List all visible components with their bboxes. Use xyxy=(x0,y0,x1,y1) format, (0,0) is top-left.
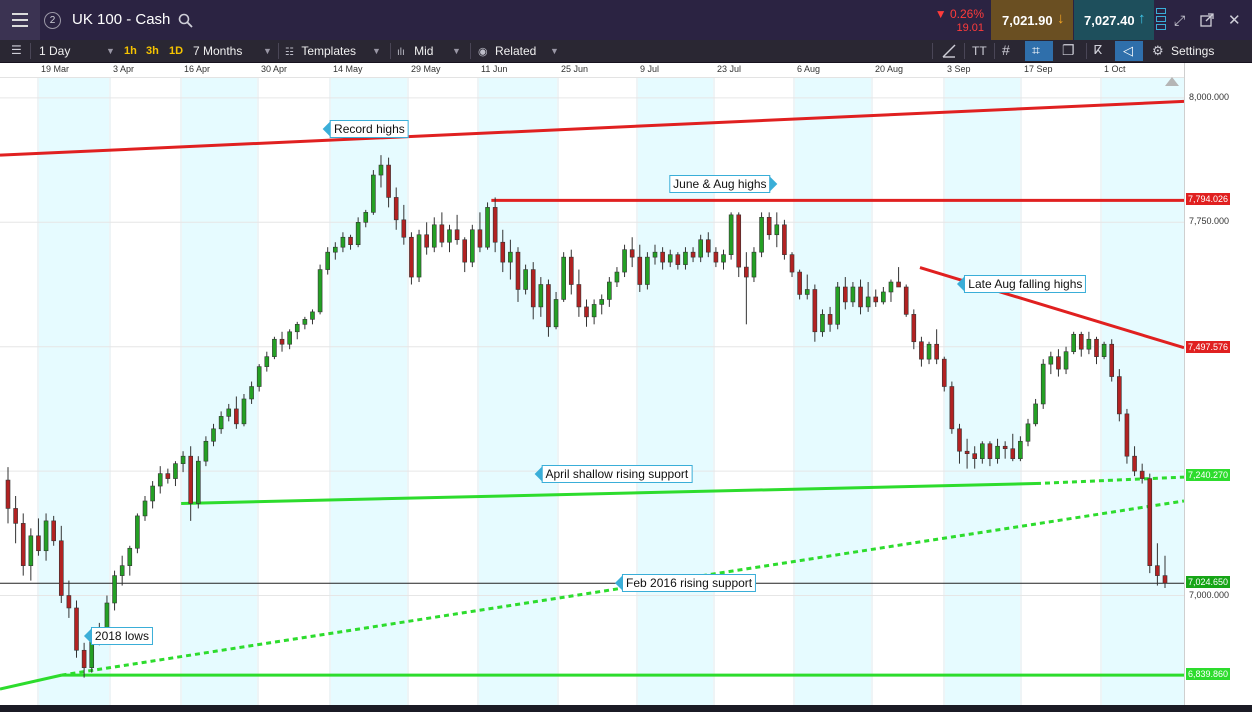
date-axis: 19 Mar 3 Apr 16 Apr 30 Apr 14 May 29 May 11 Ju… xyxy=(0,63,1184,78)
price-tick-label: 7,000.000 xyxy=(1189,589,1230,600)
interval-1d[interactable]: 1D xyxy=(169,40,183,62)
menu-icon[interactable] xyxy=(0,0,40,40)
close-icon[interactable]: ✕ xyxy=(1228,11,1241,29)
candle-type-icon: ılı xyxy=(397,47,405,58)
settings-icon: ⚙ xyxy=(1152,43,1164,58)
date-tick-label: 17 Sep xyxy=(1024,64,1053,74)
range-value: 7 Months xyxy=(193,44,243,58)
interval-3h[interactable]: 3h xyxy=(146,40,159,62)
date-tick-label: 19 Mar xyxy=(41,64,70,74)
chevron-down-icon: ▼ xyxy=(372,46,381,56)
change-panel: ▼ 0.26% 19.01 xyxy=(928,0,990,40)
related-icon: ◉ xyxy=(478,46,488,58)
grid-icon[interactable]: # xyxy=(1002,42,1010,58)
layout-icon[interactable] xyxy=(1156,8,1166,32)
chart-annotation[interactable]: Late Aug falling highs xyxy=(957,274,1087,293)
annotation-layer: Record highs June & Aug highs Late Aug fal… xyxy=(0,78,1184,705)
price-level-tag: 7,024.650 xyxy=(1186,576,1231,589)
price-level-tag: 7,497.576 xyxy=(1186,340,1231,353)
buy-price: 7,027.40 xyxy=(1084,13,1135,28)
sell-button[interactable]: 7,021.90 ↓ xyxy=(991,0,1073,40)
price-tick-label: 7,750.000 xyxy=(1189,216,1230,227)
interval-1h[interactable]: 1h xyxy=(124,40,137,62)
buy-button[interactable]: 7,027.40 ↑ xyxy=(1074,0,1154,40)
date-tick-label: 14 May xyxy=(333,64,363,74)
sell-arrow-icon: ↓ xyxy=(1057,10,1065,27)
date-tick-label: 11 Jun xyxy=(481,64,508,74)
text-icon[interactable]: TT xyxy=(972,44,987,58)
annotation-icon[interactable]: ◁ xyxy=(1115,41,1143,61)
date-tick-label: 25 Jun xyxy=(561,64,589,74)
price-axis: 8,000.000 7,750.000 7,000.000 7,794.026 7,49… xyxy=(1165,63,1252,705)
crosshair-icon[interactable]: ⌗ xyxy=(1025,41,1053,61)
price-level-tag: 7,240.270 xyxy=(1186,469,1231,482)
date-tick-label: 16 Apr xyxy=(184,64,211,74)
price-type-select[interactable]: ılı Mid ▼ xyxy=(397,40,465,64)
date-tick-label: 1 Oct xyxy=(1104,64,1126,74)
templates-label: Templates xyxy=(301,44,357,58)
templates-icon: ☷ xyxy=(285,47,294,58)
price-type-value: Mid xyxy=(414,44,434,58)
chart-toolbar: ☰ 1 Day ▼ 1h 3h 1D 7 Months ▼ ☷ Template… xyxy=(0,40,1252,63)
chevron-down-icon: ▼ xyxy=(550,46,559,56)
draw-line-icon[interactable] xyxy=(941,43,957,59)
panel-toggle-icon[interactable]: ☰ xyxy=(11,43,22,57)
chart-annotation[interactable]: 2018 lows xyxy=(83,627,153,646)
date-tick-label: 3 Sep xyxy=(947,64,971,74)
fibonacci-icon[interactable]: ⴽ xyxy=(1094,43,1102,57)
chart-annotation[interactable]: April shallow rising support xyxy=(534,465,693,484)
settings-button[interactable]: ⚙ Settings xyxy=(1152,40,1247,62)
chevron-down-icon: ▼ xyxy=(452,46,461,56)
templates-button[interactable]: ☷ Templates ▼ xyxy=(285,40,385,64)
chevron-down-icon: ▼ xyxy=(263,46,272,56)
change-points: 19.01 xyxy=(956,22,984,34)
date-tick-label: 3 Apr xyxy=(113,64,135,74)
chart-annotation[interactable]: June & Aug highs xyxy=(669,175,778,194)
price-level-tag: 7,794.026 xyxy=(1186,193,1231,206)
related-button[interactable]: ◉ Related ▼ xyxy=(478,40,568,63)
layers-icon[interactable]: ❐ xyxy=(1062,42,1075,59)
interval-value: 1 Day xyxy=(39,44,71,58)
date-tick-label: 29 May xyxy=(411,64,441,74)
range-select[interactable]: 7 Months ▼ xyxy=(193,40,273,62)
price-level-tag: 6,839.860 xyxy=(1186,668,1231,681)
buy-arrow-icon: ↑ xyxy=(1138,10,1146,27)
workspace-badge-number: 2 xyxy=(49,15,56,26)
scroll-to-top-icon[interactable] xyxy=(1165,77,1179,86)
interval-select[interactable]: 1 Day ▼ xyxy=(39,40,117,62)
price-tick-label: 8,000.000 xyxy=(1189,91,1230,102)
date-tick-label: 20 Aug xyxy=(875,64,904,74)
date-tick-label: 6 Aug xyxy=(797,64,821,74)
date-tick-label: 9 Jul xyxy=(640,64,660,74)
related-label: Related xyxy=(494,44,537,58)
sell-price: 7,021.90 xyxy=(1002,13,1053,28)
bottom-bar xyxy=(0,705,1252,712)
chevron-down-icon: ▼ xyxy=(106,46,115,56)
popout-icon[interactable] xyxy=(1200,13,1214,27)
search-icon[interactable] xyxy=(178,13,193,28)
expand-icon[interactable]: ⤢ xyxy=(1174,12,1185,29)
settings-label: Settings xyxy=(1171,44,1215,58)
chart-annotation[interactable]: Feb 2016 rising support xyxy=(615,573,757,592)
header-bar: 2 UK 100 - Cash ▼ 0.26% 19.01 7,021.90 ↓… xyxy=(0,0,1252,41)
chart-annotation[interactable]: Record highs xyxy=(323,119,409,138)
instrument-title[interactable]: UK 100 - Cash xyxy=(72,11,170,28)
date-tick-label: 30 Apr xyxy=(261,64,288,74)
change-percent: ▼ 0.26% xyxy=(934,7,984,21)
date-tick-label: 23 Jul xyxy=(717,64,742,74)
workspace-badge[interactable]: 2 xyxy=(44,12,61,29)
